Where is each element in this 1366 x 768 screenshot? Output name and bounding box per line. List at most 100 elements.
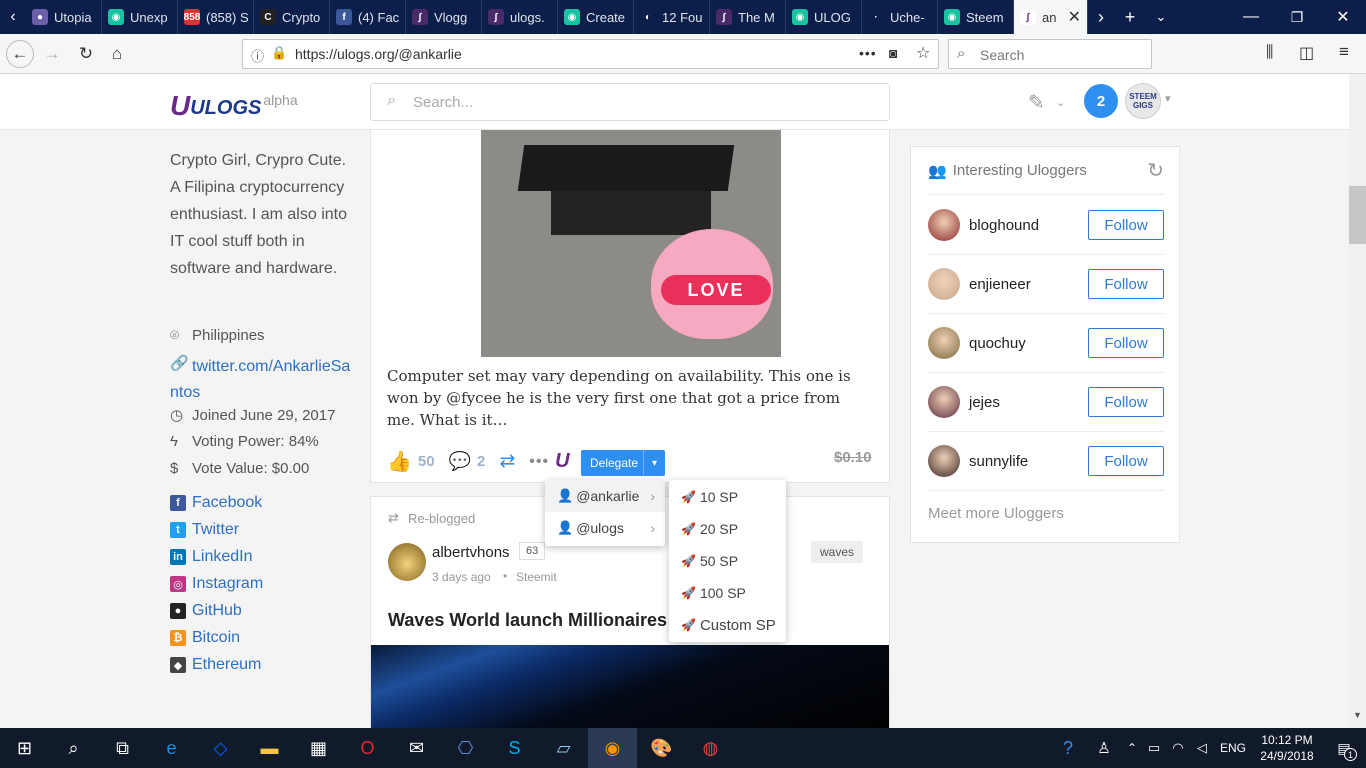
write-post-icon[interactable]: ✎ — [1028, 90, 1045, 115]
post-payout[interactable]: $0.10 — [834, 449, 872, 466]
browser-search-field[interactable]: ⌕ Search — [948, 39, 1152, 69]
delegate-amount-option[interactable]: 🚀 10 SP — [669, 481, 786, 513]
tab-scroll-left-icon[interactable]: ‹ — [0, 0, 26, 34]
profile-website-line2[interactable]: ntos — [170, 380, 350, 406]
new-tab-icon[interactable]: + — [1114, 0, 1146, 34]
tray-chevron-up-icon[interactable]: ⌃ — [1122, 728, 1142, 768]
ulogger-avatar[interactable] — [928, 268, 960, 300]
tab-list-chevron-icon[interactable]: ⌄ — [1146, 0, 1176, 34]
action-center-icon[interactable]: ▤ 1 — [1322, 728, 1366, 768]
like-count[interactable]: 50 — [418, 453, 435, 470]
ulogs-delegate-icon[interactable]: U — [555, 450, 569, 473]
minimize-icon[interactable]: — — [1228, 0, 1274, 34]
ulogger-avatar[interactable] — [928, 386, 960, 418]
site-search-input[interactable]: ⌕ Search... — [370, 83, 890, 121]
pocket-icon[interactable]: ◙ — [889, 45, 897, 61]
url-bar[interactable]: ⓘ 🔒 https://ulogs.org/@ankarlie ••• ◙ ☆ — [242, 39, 939, 69]
social-link-label[interactable]: Instagram — [192, 575, 263, 593]
close-window-icon[interactable]: ✕ — [1320, 0, 1366, 34]
browser-tab[interactable]: ∫ Vlogg — [406, 0, 482, 34]
restore-icon[interactable]: ❐ — [1274, 0, 1320, 34]
social-link-linkedin[interactable]: in LinkedIn — [170, 548, 253, 566]
store-icon[interactable]: ▦ — [294, 728, 343, 768]
browser-tab[interactable]: ∫ The M — [710, 0, 786, 34]
battery-icon[interactable]: ▭ — [1142, 728, 1166, 768]
wifi-icon[interactable]: ◠ — [1166, 728, 1190, 768]
profile-website-line1[interactable]: twitter.com/AnkarlieSa — [192, 354, 350, 380]
ulogger-name[interactable]: jejes — [969, 394, 1000, 411]
delegate-amount-option[interactable]: 🚀 20 SP — [669, 513, 786, 545]
author-name[interactable]: albertvhons — [432, 544, 510, 561]
ulogger-name[interactable]: sunnylife — [969, 453, 1028, 470]
follow-button[interactable]: Follow — [1088, 387, 1164, 417]
social-link-label[interactable]: GitHub — [192, 602, 242, 620]
delegate-account-item[interactable]: 👤 @ankarlie › — [545, 480, 665, 512]
firefox-icon[interactable]: ◉ — [588, 728, 637, 768]
opera-icon[interactable]: O — [343, 728, 392, 768]
ulogger-avatar[interactable] — [928, 209, 960, 241]
user-menu-chevron-down-icon[interactable]: ▾ — [1165, 92, 1171, 105]
post-title[interactable]: Waves World launch Millionaires — [388, 610, 667, 631]
like-icon[interactable]: 👍 — [387, 449, 412, 474]
menu-hamburger-icon[interactable]: ≡ — [1339, 42, 1349, 62]
language-indicator[interactable]: ENG — [1214, 728, 1252, 768]
browser-tab[interactable]: 858 (858) S — [178, 0, 254, 34]
task-view-icon[interactable]: ⧉ — [98, 728, 147, 768]
social-link-instagram[interactable]: ◎ Instagram — [170, 575, 263, 593]
page-scrollbar[interactable]: ▼ — [1349, 74, 1366, 728]
ulogger-avatar[interactable] — [928, 445, 960, 477]
browser-tab[interactable]: · Uche- — [862, 0, 938, 34]
scroll-down-icon[interactable]: ▼ — [1353, 710, 1362, 720]
clock[interactable]: 10:12 PM 24/9/2018 — [1252, 728, 1322, 768]
comment-icon[interactable]: 💬 — [449, 451, 471, 472]
social-link-github[interactable]: ● GitHub — [170, 602, 242, 620]
author-avatar[interactable] — [388, 543, 426, 581]
close-tab-icon[interactable]: ✕ — [1068, 7, 1081, 27]
forward-icon[interactable]: → — [38, 40, 66, 68]
tab-active[interactable]: ∫ an ✕ — [1014, 0, 1088, 34]
ulogger-name[interactable]: quochuy — [969, 335, 1026, 352]
comment-count[interactable]: 2 — [477, 453, 485, 470]
delegate-amount-option[interactable]: 🚀 50 SP — [669, 545, 786, 577]
meet-more-link[interactable]: Meet more Uloggers — [928, 505, 1064, 522]
profile-website[interactable]: 🔗 twitter.com/AnkarlieSa ntos — [170, 354, 350, 406]
ulogger-avatar[interactable] — [928, 327, 960, 359]
browser-tab[interactable]: ● Utopia — [26, 0, 102, 34]
post-source[interactable]: Steemit — [516, 570, 557, 584]
taskbar-search-icon[interactable]: ⌕ — [49, 728, 98, 768]
ulogger-name[interactable]: bloghound — [969, 217, 1039, 234]
home-icon[interactable]: ⌂ — [103, 40, 131, 68]
social-link-label[interactable]: Ethereum — [192, 656, 261, 674]
ulogger-name[interactable]: enjieneer — [969, 276, 1031, 293]
site-logo[interactable]: U ULOGS alpha — [170, 92, 298, 120]
dropbox-icon[interactable]: ◇ — [196, 728, 245, 768]
browser-tab[interactable]: ◉ ULOG — [786, 0, 862, 34]
skype-icon[interactable]: S — [490, 728, 539, 768]
write-chevron-down-icon[interactable]: ⌄ — [1056, 96, 1065, 109]
follow-button[interactable]: Follow — [1088, 446, 1164, 476]
browser-tab[interactable]: ◉ Unexp — [102, 0, 178, 34]
edge-icon[interactable]: e — [147, 728, 196, 768]
help-icon[interactable]: ? — [1050, 728, 1086, 768]
user-avatar[interactable]: STEEM GIGS — [1125, 83, 1161, 119]
people-icon[interactable]: ♙ — [1086, 728, 1122, 768]
notification-badge[interactable]: 2 — [1084, 84, 1118, 118]
chrome-icon[interactable]: ◍ — [686, 728, 735, 768]
social-link-label[interactable]: LinkedIn — [192, 548, 253, 566]
tag-badge[interactable]: waves — [811, 541, 864, 563]
refresh-icon[interactable]: ↻ — [1147, 158, 1164, 183]
library-icon[interactable]: ⫼ — [1266, 44, 1273, 62]
delegate-button[interactable]: Delegate ▾ — [581, 450, 665, 476]
network-app-icon[interactable]: ⎔ — [441, 728, 490, 768]
social-link-label[interactable]: Bitcoin — [192, 629, 240, 647]
delegate-amount-option[interactable]: 🚀 Custom SP — [669, 609, 786, 641]
browser-tab[interactable]: f (4) Fac — [330, 0, 406, 34]
more-options-icon[interactable]: ••• — [529, 453, 549, 471]
social-link-bitcoin[interactable]: ₿ Bitcoin — [170, 629, 240, 647]
file-explorer-icon[interactable]: ▬ — [245, 728, 294, 768]
sidebar-toggle-icon[interactable]: ◫ — [1299, 43, 1314, 63]
scrollbar-thumb[interactable] — [1349, 186, 1366, 244]
volume-icon[interactable]: ◁ — [1190, 728, 1214, 768]
social-link-ethereum[interactable]: ◆ Ethereum — [170, 656, 261, 674]
delegate-chevron-down-icon[interactable]: ▾ — [643, 450, 665, 476]
